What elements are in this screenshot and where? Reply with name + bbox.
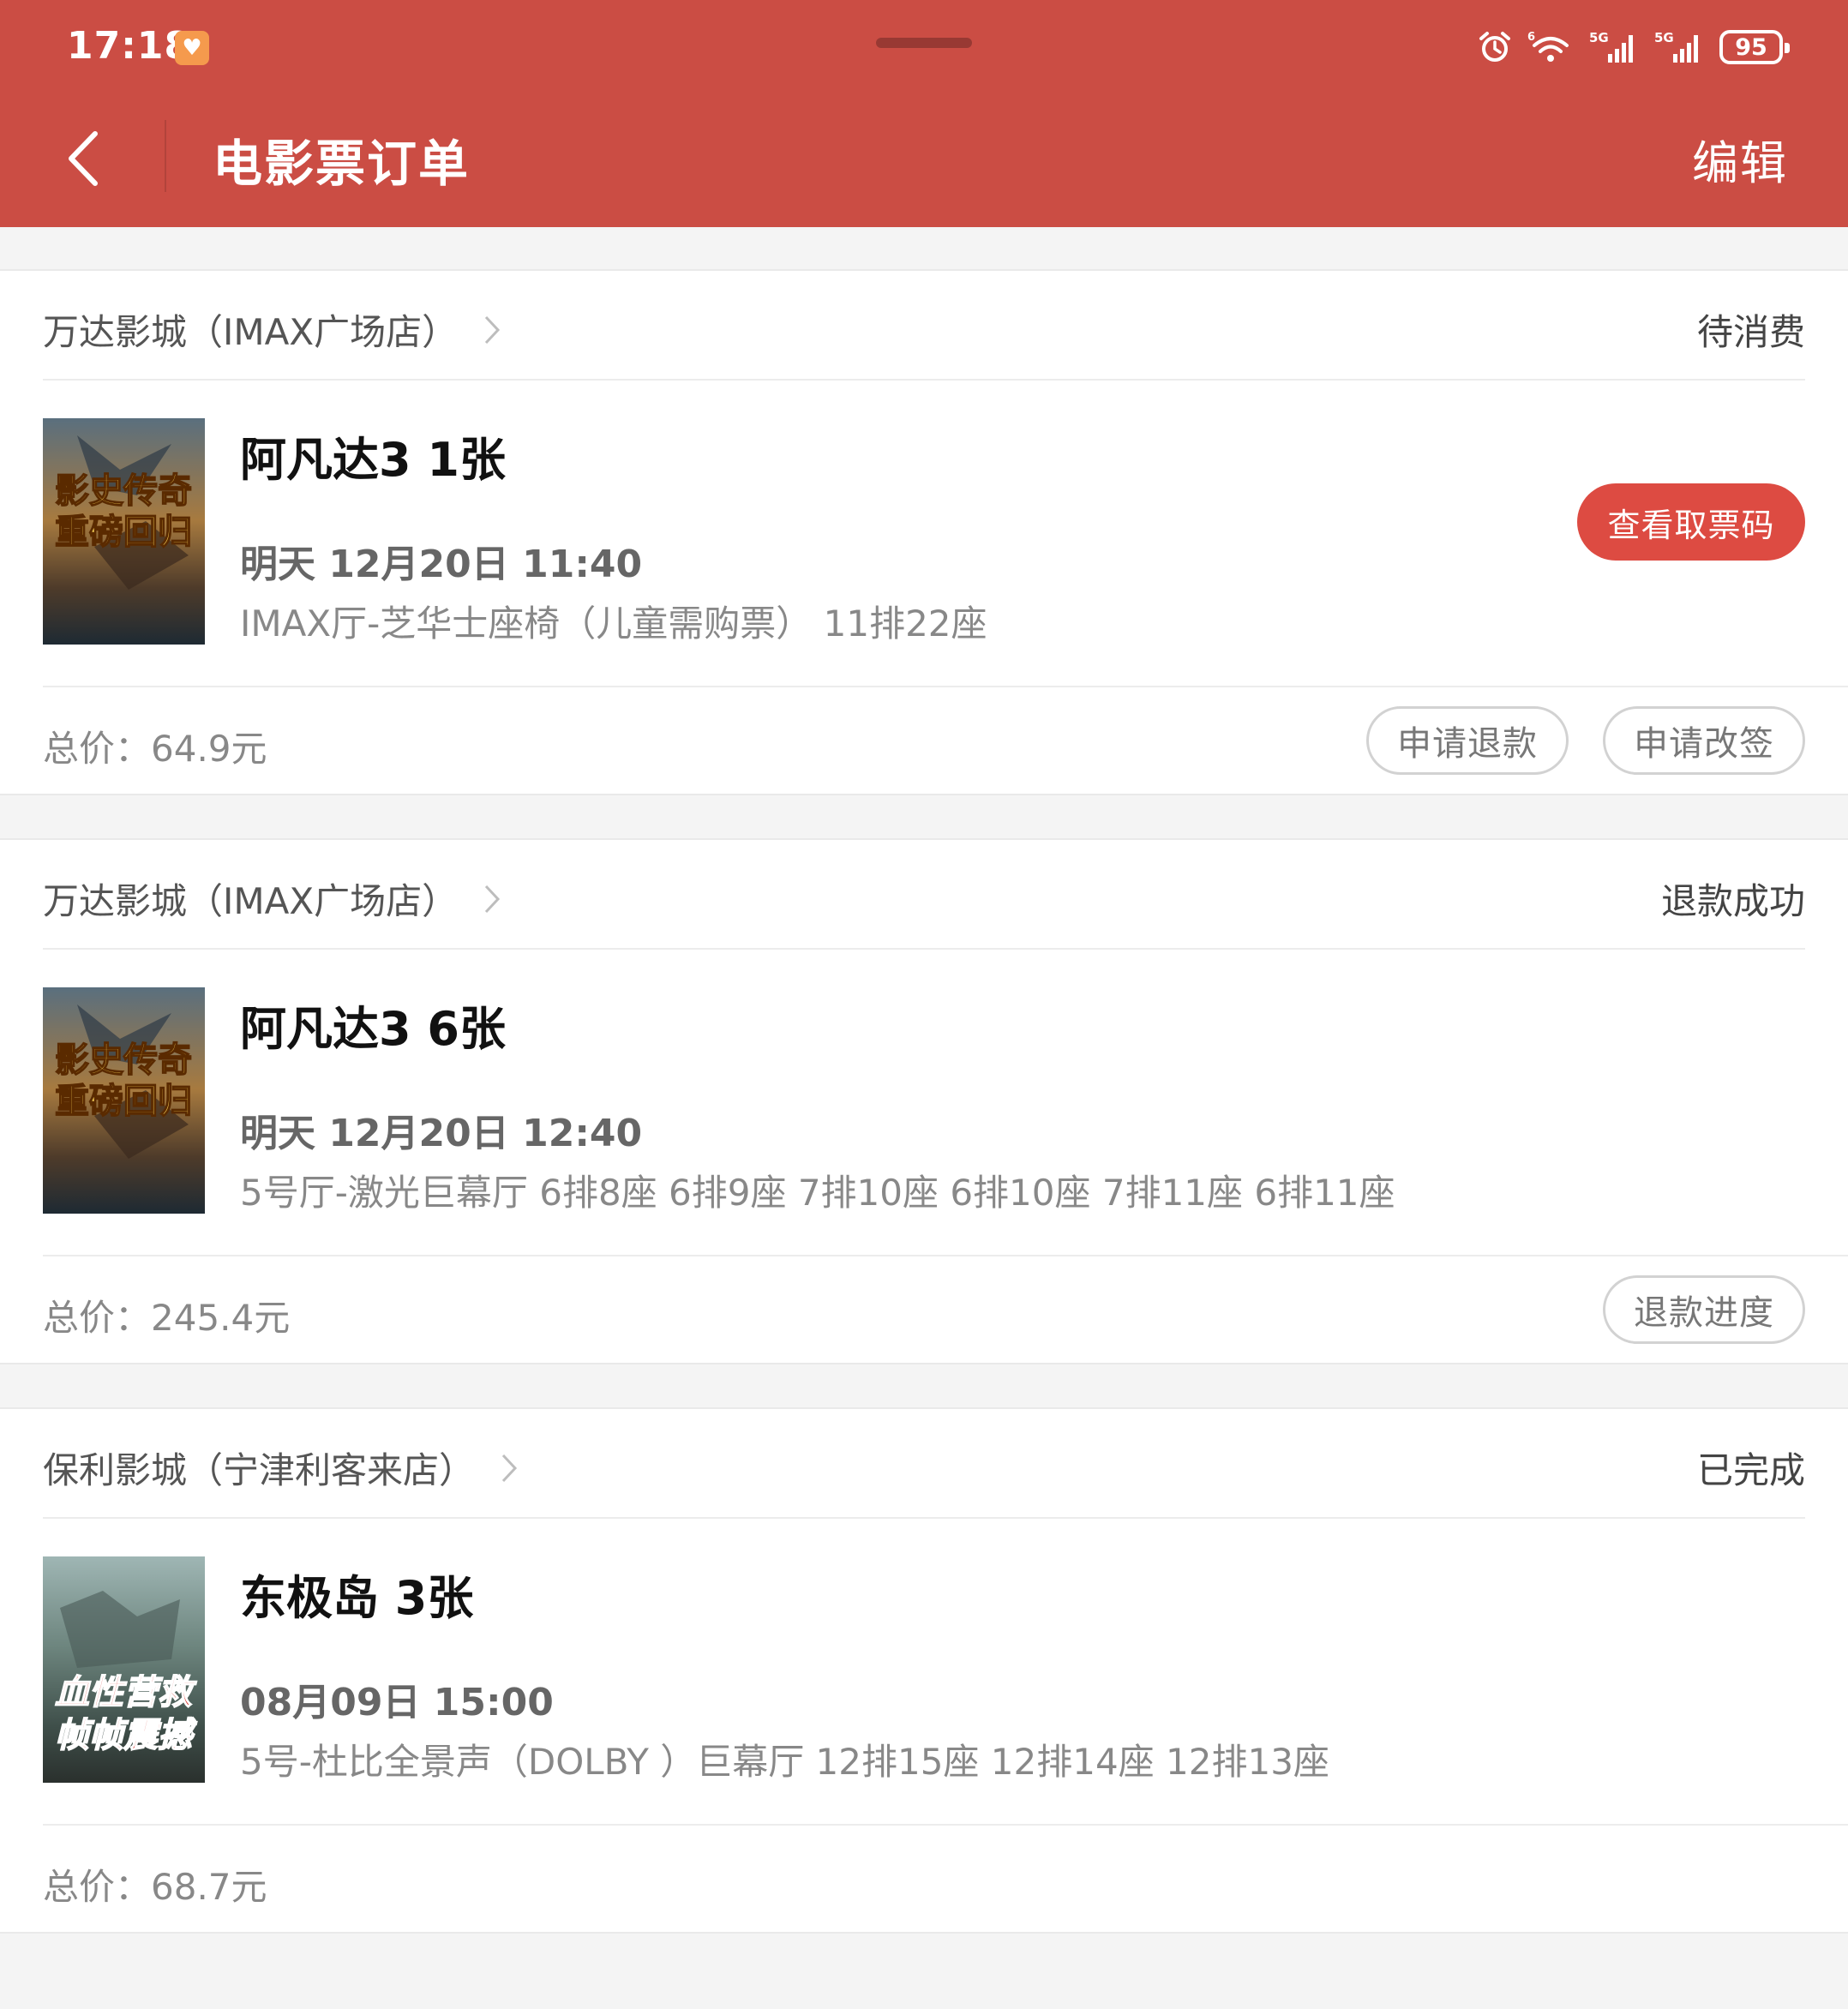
- movie-poster[interactable]: 影史传奇 重磅回归: [43, 418, 205, 645]
- order-status: 退款成功: [1660, 880, 1805, 922]
- order-card-footer: 总价：64.9元 申请退款 申请改签: [43, 686, 1848, 795]
- app-header: 17:18 ♥ 6 5G 5G 95 电影票订单 编辑: [0, 0, 1848, 227]
- battery-indicator: 95: [1719, 30, 1790, 64]
- chevron-right-icon: [485, 315, 501, 344]
- order-card[interactable]: 万达影城（IMAX广场店） 待消费 影史传奇 重磅回归 阿凡达3 1张 明天 1…: [0, 269, 1848, 795]
- cinema-name: 万达影城（IMAX广场店）: [43, 311, 459, 353]
- view-ticket-code-button[interactable]: 查看取票码: [1577, 483, 1805, 561]
- order-list: 万达影城（IMAX广场店） 待消费 影史传奇 重磅回归 阿凡达3 1张 明天 1…: [0, 269, 1848, 1976]
- header-divider: [165, 120, 166, 192]
- order-status: 待消费: [1696, 311, 1805, 353]
- status-time: 17:18: [67, 24, 192, 68]
- order-card-header: 万达影城（IMAX广场店） 退款成功: [43, 840, 1805, 950]
- alarm-icon: [1479, 32, 1510, 62]
- poster-tagline: 帧帧震撼: [55, 1715, 197, 1755]
- svg-text:5G: 5G: [1589, 30, 1609, 45]
- poster-tagline: 重磅回归: [55, 513, 192, 552]
- movie-title: 阿凡达3 1张: [240, 433, 506, 487]
- order-actions: 退款进度: [1603, 1275, 1805, 1344]
- total-price: 总价：64.9元: [43, 728, 267, 770]
- order-card-header: 万达影城（IMAX广场店） 待消费: [43, 271, 1805, 381]
- showtime: 明天 12月20日 11:40: [240, 543, 643, 586]
- order-card-footer: 总价：245.4元 退款进度: [43, 1255, 1848, 1364]
- order-card[interactable]: 万达影城（IMAX广场店） 退款成功 影史传奇 重磅回归 阿凡达3 6张 明天 …: [0, 838, 1848, 1364]
- cinema-link[interactable]: 万达影城（IMAX广场店）: [43, 303, 501, 356]
- chevron-right-icon: [501, 1454, 518, 1482]
- cinema-link[interactable]: 万达影城（IMAX广场店）: [43, 873, 501, 925]
- back-button[interactable]: [45, 111, 122, 206]
- poster-tagline: 重磅回归: [55, 1082, 192, 1121]
- chevron-right-icon: [485, 885, 501, 913]
- total-price: 总价：68.7元: [43, 1866, 267, 1908]
- wifi-icon: 6: [1527, 31, 1569, 62]
- showtime: 08月09日 15:00: [240, 1681, 554, 1724]
- refund-progress-button[interactable]: 退款进度: [1603, 1275, 1805, 1344]
- page-title: 电影票订单: [213, 135, 471, 193]
- refund-button[interactable]: 申请退款: [1366, 706, 1569, 775]
- showtime: 明天 12月20日 12:40: [240, 1112, 643, 1155]
- order-card-header: 保利影城（宁津利客来店） 已完成: [43, 1409, 1805, 1519]
- chevron-left-icon: [69, 131, 98, 186]
- order-actions: 申请退款 申请改签: [1366, 706, 1805, 775]
- edit-button[interactable]: 编辑: [1692, 125, 1788, 193]
- status-icons: 6 5G 5G 95: [1478, 26, 1790, 69]
- health-app-icon: ♥: [175, 31, 209, 65]
- seat-info: 5号-杜比全景声（DOLBY ）巨幕厅 12排15座 12排14座 12排13座: [240, 1741, 1329, 1783]
- movie-poster[interactable]: 影史传奇 重磅回归: [43, 987, 205, 1214]
- signal-5g-icon: 5G: [1589, 30, 1633, 63]
- poster-tagline: 影史传奇: [55, 471, 192, 511]
- cinema-name: 保利影城（宁津利客来店）: [43, 1449, 476, 1491]
- seat-info: IMAX厅-芝华士座椅（儿童需购票） 11排22座: [240, 603, 987, 645]
- notch-handle: [876, 38, 972, 48]
- reschedule-button[interactable]: 申请改签: [1603, 706, 1805, 775]
- poster-tagline: 血性营救: [55, 1672, 197, 1712]
- cinema-link[interactable]: 保利影城（宁津利客来店）: [43, 1442, 518, 1494]
- movie-title: 东极岛 3张: [240, 1571, 474, 1625]
- poster-tagline: 影史传奇: [55, 1040, 192, 1080]
- svg-text:5G: 5G: [1654, 30, 1674, 45]
- signal-5g-icon: 5G: [1654, 30, 1698, 63]
- seat-info: 5号厅-激光巨幕厅 6排8座 6排9座 7排10座 6排10座 7排11座 6排…: [240, 1172, 1395, 1214]
- svg-text:6: 6: [1527, 31, 1535, 44]
- order-card-footer: 总价：68.7元: [43, 1824, 1848, 1934]
- order-card[interactable]: 保利影城（宁津利客来店） 已完成 血性营救 帧帧震撼 东极岛 3张 08月09日…: [0, 1407, 1848, 1934]
- cinema-name: 万达影城（IMAX广场店）: [43, 880, 459, 922]
- order-status: 已完成: [1696, 1449, 1805, 1491]
- movie-title: 阿凡达3 6张: [240, 1002, 506, 1056]
- battery-level: 95: [1735, 33, 1767, 61]
- total-price: 总价：245.4元: [43, 1297, 291, 1339]
- movie-poster[interactable]: 血性营救 帧帧震撼: [43, 1556, 205, 1783]
